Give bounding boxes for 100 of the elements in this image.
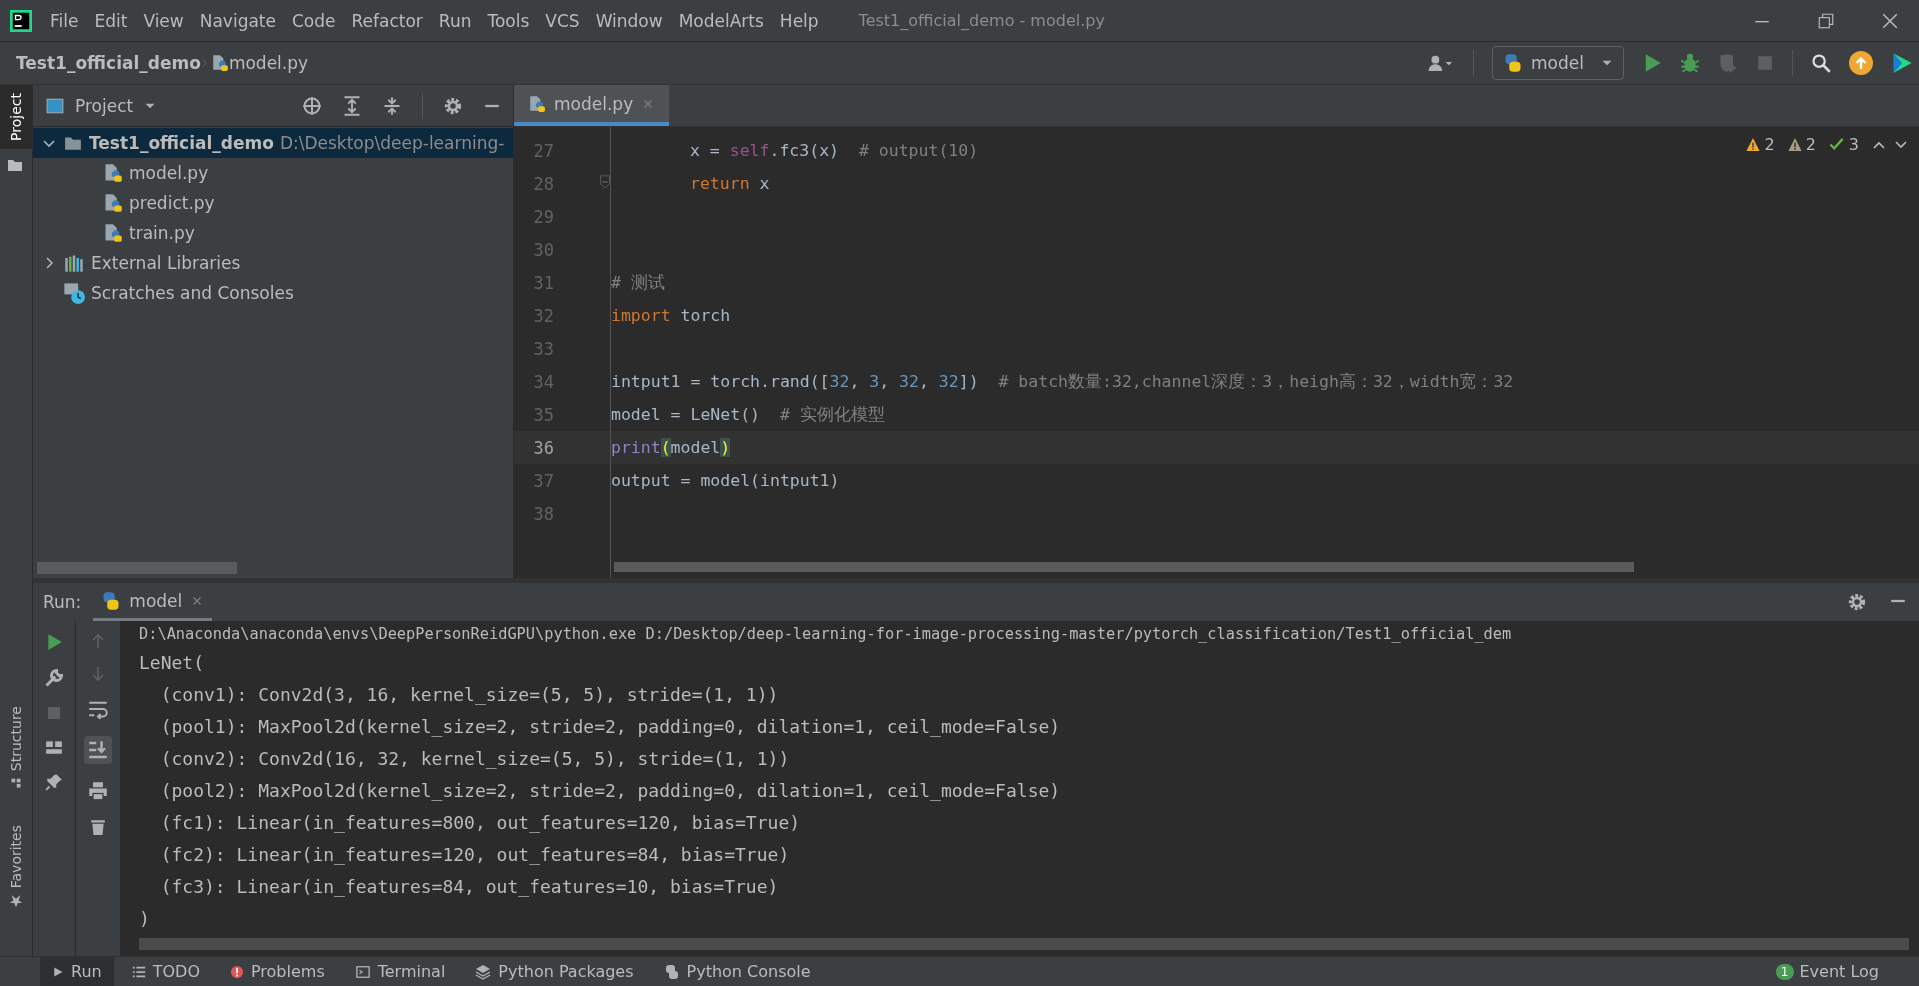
rerun-icon[interactable] [45,633,63,651]
scrollbar[interactable] [614,562,1634,572]
tool-window-tab[interactable]: Terminal [342,957,458,986]
collapse-all-icon[interactable] [382,95,402,116]
tree-item[interactable]: model.py [33,158,513,188]
menu-item[interactable]: Code [284,10,344,31]
scrollbar[interactable] [37,562,237,574]
update-icon[interactable] [1849,51,1873,75]
menu-item[interactable]: VCS [537,10,588,31]
tree-item[interactable]: External Libraries [33,248,513,278]
line-number: 38 [532,503,554,524]
code-line: x = self.fc3(x) # output(10) [689,141,979,160]
bug-icon[interactable] [1680,53,1700,73]
python-file-icon [210,54,229,72]
scratches-icon [63,282,85,304]
expand-all-icon[interactable] [342,95,362,116]
console-line: (fc2): Linear(in_features=120, out_features=84, bias=True) [159,843,791,867]
console-line: (conv1): Conv2d(3, 16, kernel_size=(5, 5), stride=(1, 1)) [159,683,780,707]
line-number: 34 [532,371,554,392]
close-icon[interactable] [1881,11,1899,30]
inspection-count[interactable]: 2 [1805,135,1816,154]
window-title: Test1_official_demo - model.py [858,11,1106,30]
tree-item[interactable]: train.py [33,218,513,248]
libraries-icon [63,253,85,273]
plugin-icon[interactable] [1891,52,1913,74]
tool-window-tab[interactable]: Project [0,85,32,149]
line-number: 29 [532,206,554,227]
python-icon [1503,53,1523,73]
tree-item[interactable]: predict.py [33,188,513,218]
console-line: (conv2): Conv2d(16, 32, kernel_size=(5, 5), stride=(1, 1)) [159,747,791,771]
print-icon[interactable] [88,781,108,801]
menu-item[interactable]: ModelArts [670,10,772,31]
settings-icon[interactable] [443,95,463,116]
python-file-icon [103,223,123,243]
code-line: model = LeNet() # 实例化模型 [611,403,885,426]
notification-badge: 1 [1775,963,1794,980]
inspection-count[interactable]: 2 [1764,135,1775,154]
folder-icon [63,134,83,152]
menu-item[interactable]: Window [587,10,671,31]
soft-wrap-icon[interactable] [88,699,108,719]
tool-window-tab[interactable]: Problems [217,957,337,986]
menu-item[interactable]: Refactor [343,10,431,31]
menu-item[interactable]: Tools [479,10,538,31]
scrollbar[interactable] [139,938,1909,950]
menu-item[interactable]: Edit [86,10,136,31]
event-log-link[interactable]: Event Log [1799,962,1879,981]
python-file-icon [103,163,123,183]
trash-icon[interactable] [89,818,107,836]
settings-icon[interactable] [1847,592,1867,612]
structure-icon [10,776,22,789]
layers-icon [475,963,492,980]
tool-window-tab[interactable]: Favorites [0,816,32,916]
breadcrumb-item[interactable]: Test1_official_demo [16,53,201,73]
tool-window-tab[interactable]: Structure [0,697,32,797]
panel-title: Run: [43,592,82,612]
menu-item[interactable]: Navigate [191,10,284,31]
menu-item[interactable]: File [42,10,87,31]
console-line: (pool2): MaxPool2d(kernel_size=2, stride=2, padding=0, dilation=1, ceil_mode=False) [159,779,1062,803]
menu-item[interactable]: Help [771,10,827,31]
python-file-icon [103,193,123,213]
code-line: output = model(intput1) [611,471,840,490]
python-icon [663,963,680,980]
app-logo-icon [10,9,32,32]
tree-item[interactable]: Scratches and Consoles [33,278,513,308]
restore-icon[interactable] [1817,11,1835,30]
pin-icon[interactable] [45,773,63,791]
console-line: (fc3): Linear(in_features=84, out_features=10, bias=True) [159,875,780,899]
code-line: return x [689,174,770,193]
editor-tab[interactable]: model.py [514,85,670,126]
code-line: print(model) [611,438,731,457]
line-number: 32 [532,305,554,326]
list-icon [131,964,146,979]
check-icon [1827,137,1846,152]
inspection-count[interactable]: 3 [1848,135,1859,154]
breadcrumb-item[interactable]: model.py [228,53,309,73]
tool-window-tab[interactable]: Python Packages [463,957,646,986]
star-icon [9,894,23,908]
play-icon [52,965,64,978]
tree-item[interactable]: Test1_official_demo D:\Desktop\deep-learning- [33,128,513,158]
line-number: 28 [532,173,554,194]
locate-icon[interactable] [302,95,322,116]
tool-window-tab[interactable]: Run [40,957,114,986]
python-file-icon [528,94,546,113]
console-line: (fc1): Linear(in_features=800, out_features=120, bias=True) [159,811,802,835]
run-config-dropdown[interactable]: model [1492,46,1624,80]
wrench-icon[interactable] [44,668,64,688]
tool-window-tab[interactable]: Python Console [651,957,823,986]
search-icon[interactable] [1811,53,1831,73]
user-icon[interactable] [1427,54,1455,72]
scroll-to-end-icon[interactable] [84,736,112,764]
menu-item[interactable]: Run [430,10,480,31]
menu-item[interactable]: View [135,10,192,31]
line-number: 36 [532,437,554,458]
panel-icon [45,96,65,115]
warning-icon [1786,137,1803,152]
path-text: D:\Desktop\deep-learning- [279,133,505,153]
panel-title[interactable]: Project [75,95,134,116]
warning-icon [1745,137,1762,152]
layout-icon[interactable] [45,738,63,756]
tool-window-tab[interactable]: TODO [119,957,212,986]
